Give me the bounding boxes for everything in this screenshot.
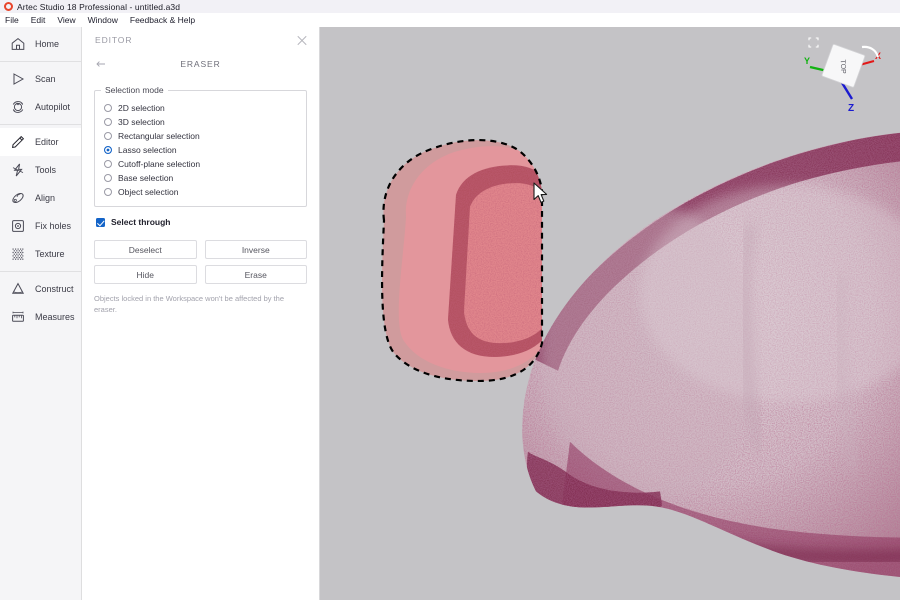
3d-viewport[interactable]: X Y Z TOP [320,27,900,600]
menu-item-view[interactable]: View [57,15,81,25]
title-bar: Artec Studio 18 Professional - untitled.… [0,0,900,13]
sidebar-item-editor[interactable]: Editor [0,128,81,156]
nav-group-capture: Scan Autopilot [0,62,81,124]
select-through-checkbox-row[interactable]: Select through [94,217,307,227]
sidebar-item-label-align: Align [35,193,55,203]
autopilot-icon [10,99,26,115]
sidebar-item-tools[interactable]: Tools [0,156,81,184]
bolt-icon [10,162,26,178]
fix-holes-icon [10,218,26,234]
radio-label: Rectangular selection [118,131,200,141]
radio-label: Cutoff-plane selection [118,159,200,169]
align-icon [10,190,26,206]
radio-dot-icon [104,118,112,126]
sidebar-item-label-home: Home [35,39,59,49]
menu-item-window[interactable]: Window [88,15,124,25]
inverse-button[interactable]: Inverse [205,240,308,259]
sidebar-item-label-fix-holes: Fix holes [35,221,71,231]
pencil-icon [10,134,26,150]
sidebar-item-scan[interactable]: Scan [0,65,81,93]
sidebar-item-label-scan: Scan [35,74,56,84]
sidebar-item-label-autopilot: Autopilot [35,102,70,112]
artec-ring-icon [4,2,13,11]
sidebar-item-autopilot[interactable]: Autopilot [0,93,81,121]
sidebar-item-measures[interactable]: Measures [0,303,81,331]
sidebar-item-fix-holes[interactable]: Fix holes [0,212,81,240]
nav-group-home: Home [0,27,81,61]
back-arrow-icon[interactable] [95,58,107,70]
cone-icon [10,281,26,297]
radio-cutoff-plane-selection[interactable]: Cutoff-plane selection [95,157,306,171]
nav-group-build: Construct Measures [0,272,81,334]
editor-panel-subheader: ERASER [82,53,319,75]
menu-item-feedback-help[interactable]: Feedback & Help [130,15,201,25]
erase-button[interactable]: Erase [205,265,308,284]
panel-title: EDITOR [95,35,132,45]
sidebar-item-label-tools: Tools [35,165,56,175]
editor-panel-header: EDITOR [82,27,319,53]
editor-panel: EDITOR ERASER Selection mode 2D selectio… [82,27,320,600]
checkbox-checked-icon [96,218,105,227]
sidebar-item-label-measures: Measures [35,312,75,322]
left-navigation-sidebar: Home Scan [0,27,82,600]
play-triangle-icon [10,71,26,87]
hide-button[interactable]: Hide [94,265,197,284]
eraser-hint-text: Objects locked in the Workspace won't be… [94,294,294,315]
sidebar-item-label-editor: Editor [35,137,59,147]
radio-dot-icon [104,104,112,112]
sidebar-item-label-construct: Construct [35,284,74,294]
radio-label: Base selection [118,173,173,183]
texture-icon [10,246,26,262]
action-button-grid: Deselect Inverse Hide Erase [94,240,307,284]
sidebar-item-texture[interactable]: Texture [0,240,81,268]
nav-group-edit: Editor Tools [0,125,81,271]
select-through-label: Select through [111,217,171,227]
menu-bar: File Edit View Window Feedback & Help [0,13,900,27]
application-window: Artec Studio 18 Professional - untitled.… [0,0,900,600]
radio-lasso-selection[interactable]: Lasso selection [95,143,306,157]
selection-mode-legend: Selection mode [101,85,168,95]
radio-dot-icon [104,188,112,196]
radio-dot-icon [104,174,112,182]
radio-label: 2D selection [118,103,165,113]
tool-title: ERASER [82,59,319,69]
radio-label: Lasso selection [118,145,177,155]
radio-rectangular-selection[interactable]: Rectangular selection [95,129,306,143]
menu-item-edit[interactable]: Edit [31,15,52,25]
radio-2d-selection[interactable]: 2D selection [95,101,306,115]
sidebar-item-home[interactable]: Home [0,30,81,58]
radio-base-selection[interactable]: Base selection [95,171,306,185]
radio-object-selection[interactable]: Object selection [95,185,306,199]
radio-dot-icon [104,132,112,140]
home-icon [10,36,26,52]
radio-label: Object selection [118,187,178,197]
close-icon[interactable] [295,33,309,47]
radio-3d-selection[interactable]: 3D selection [95,115,306,129]
point-cloud-scene [320,27,900,600]
editor-panel-content: Selection mode 2D selection 3D selection… [82,75,319,600]
sidebar-item-construct[interactable]: Construct [0,275,81,303]
menu-item-file[interactable]: File [5,15,25,25]
window-title: Artec Studio 18 Professional - untitled.… [17,2,180,12]
sidebar-item-align[interactable]: Align [0,184,81,212]
radio-dot-selected-icon [104,146,112,154]
deselect-button[interactable]: Deselect [94,240,197,259]
radio-dot-icon [104,160,112,168]
main-body: Home Scan [0,27,900,600]
ruler-icon [10,309,26,325]
radio-label: 3D selection [118,117,165,127]
sidebar-item-label-texture: Texture [35,249,65,259]
selection-mode-group: Selection mode 2D selection 3D selection… [94,85,307,207]
